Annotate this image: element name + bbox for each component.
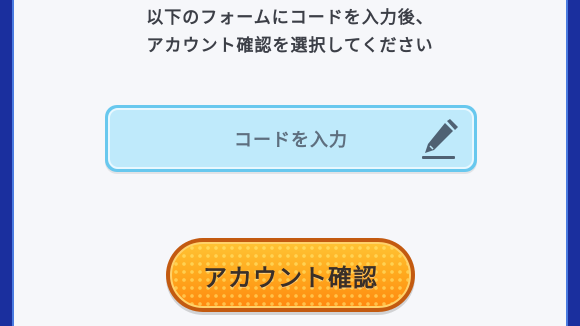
account-confirm-button-face[interactable]: アカウント確認 xyxy=(170,242,411,308)
dialog-panel: 以下のフォームにコードを入力後、 アカウント確認を選択してください コードを入力… xyxy=(12,0,568,326)
account-confirm-label: アカウント確認 xyxy=(203,263,378,292)
instructions-line-2: アカウント確認を選択してください xyxy=(146,36,434,56)
code-input-placeholder: コードを入力 xyxy=(234,129,348,151)
code-input-box[interactable]: コードを入力 xyxy=(108,108,474,169)
instructions-text: 以下のフォームにコードを入力後、 アカウント確認を選択してください xyxy=(14,4,566,60)
instructions-line-1: 以下のフォームにコードを入力後、 xyxy=(146,8,434,28)
account-confirm-button[interactable]: アカウント確認 xyxy=(166,238,415,312)
code-input-field[interactable]: コードを入力 xyxy=(105,105,477,172)
pencil-icon xyxy=(418,119,458,161)
